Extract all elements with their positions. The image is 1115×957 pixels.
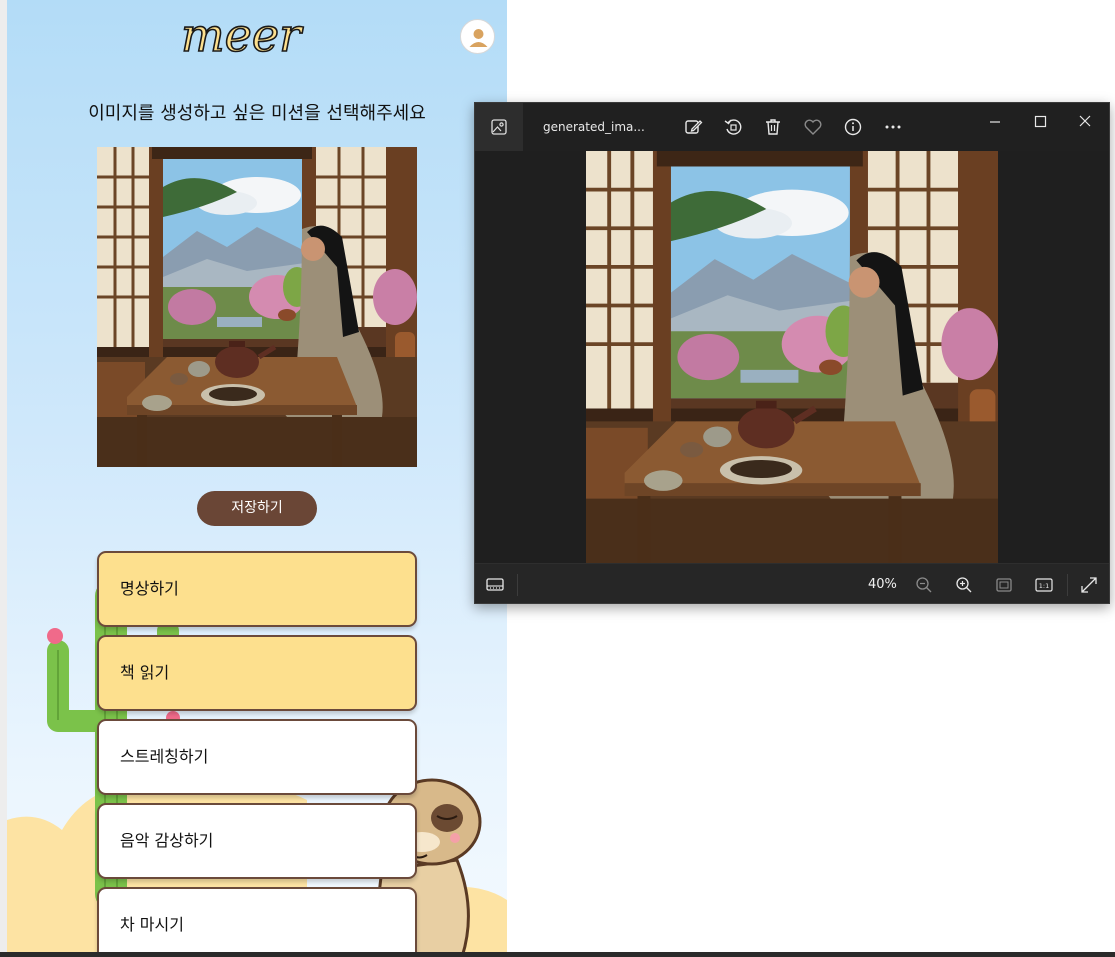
screen: meer 이미지를 생성하고 싶은 미션을 선택해주세요 저장하기 명상하기 책… bbox=[0, 0, 1115, 957]
divider bbox=[1067, 574, 1068, 596]
meer-logo: meer bbox=[180, 8, 305, 60]
zoom-out-icon[interactable] bbox=[914, 575, 934, 595]
fullscreen-icon[interactable] bbox=[1079, 575, 1099, 595]
divider bbox=[517, 574, 518, 596]
zoom-level: 40% bbox=[868, 577, 897, 592]
rotate-icon[interactable] bbox=[723, 117, 743, 137]
generated-image bbox=[97, 147, 417, 467]
page-heading: 이미지를 생성하고 싶은 미션을 선택해주세요 bbox=[88, 103, 426, 124]
minimize-icon[interactable] bbox=[975, 109, 1015, 135]
filmstrip-icon[interactable] bbox=[485, 575, 505, 595]
window-edge bbox=[0, 0, 7, 957]
info-icon[interactable] bbox=[843, 117, 863, 137]
favorite-icon[interactable] bbox=[803, 117, 823, 137]
actual-size-label: 1:1 bbox=[1039, 582, 1049, 590]
displayed-image bbox=[586, 151, 998, 563]
edit-icon[interactable] bbox=[683, 117, 703, 137]
file-name: generated_ima... bbox=[543, 120, 645, 134]
bottom-bar: 40% 1:1 bbox=[475, 563, 1109, 603]
actual-size-icon[interactable]: 1:1 bbox=[1034, 575, 1054, 595]
mission-meditation[interactable]: 명상하기 bbox=[97, 551, 417, 627]
maximize-icon[interactable] bbox=[1020, 109, 1060, 135]
user-icon bbox=[469, 29, 488, 47]
image-icon bbox=[491, 119, 507, 135]
mission-reading[interactable]: 책 읽기 bbox=[97, 635, 417, 711]
taskbar-edge bbox=[0, 952, 1115, 957]
image-canvas[interactable] bbox=[475, 151, 1109, 563]
fit-icon[interactable] bbox=[994, 575, 1014, 595]
save-button[interactable]: 저장하기 bbox=[197, 491, 317, 526]
photo-viewer-window: generated_ima... 40% 1:1 bbox=[474, 102, 1110, 604]
delete-icon[interactable] bbox=[763, 117, 783, 137]
logo-text: meer bbox=[181, 8, 304, 60]
profile-avatar-button[interactable] bbox=[460, 19, 495, 54]
image-tab[interactable] bbox=[475, 103, 523, 151]
mission-stretching[interactable]: 스트레칭하기 bbox=[97, 719, 417, 795]
mission-music[interactable]: 음악 감상하기 bbox=[97, 803, 417, 879]
mission-tea[interactable]: 차 마시기 bbox=[97, 887, 417, 957]
more-icon[interactable] bbox=[883, 117, 903, 137]
zoom-in-icon[interactable] bbox=[954, 575, 974, 595]
close-icon[interactable] bbox=[1065, 109, 1105, 135]
title-bar: generated_ima... bbox=[475, 103, 1109, 151]
meer-app: meer 이미지를 생성하고 싶은 미션을 선택해주세요 저장하기 명상하기 책… bbox=[7, 0, 507, 957]
